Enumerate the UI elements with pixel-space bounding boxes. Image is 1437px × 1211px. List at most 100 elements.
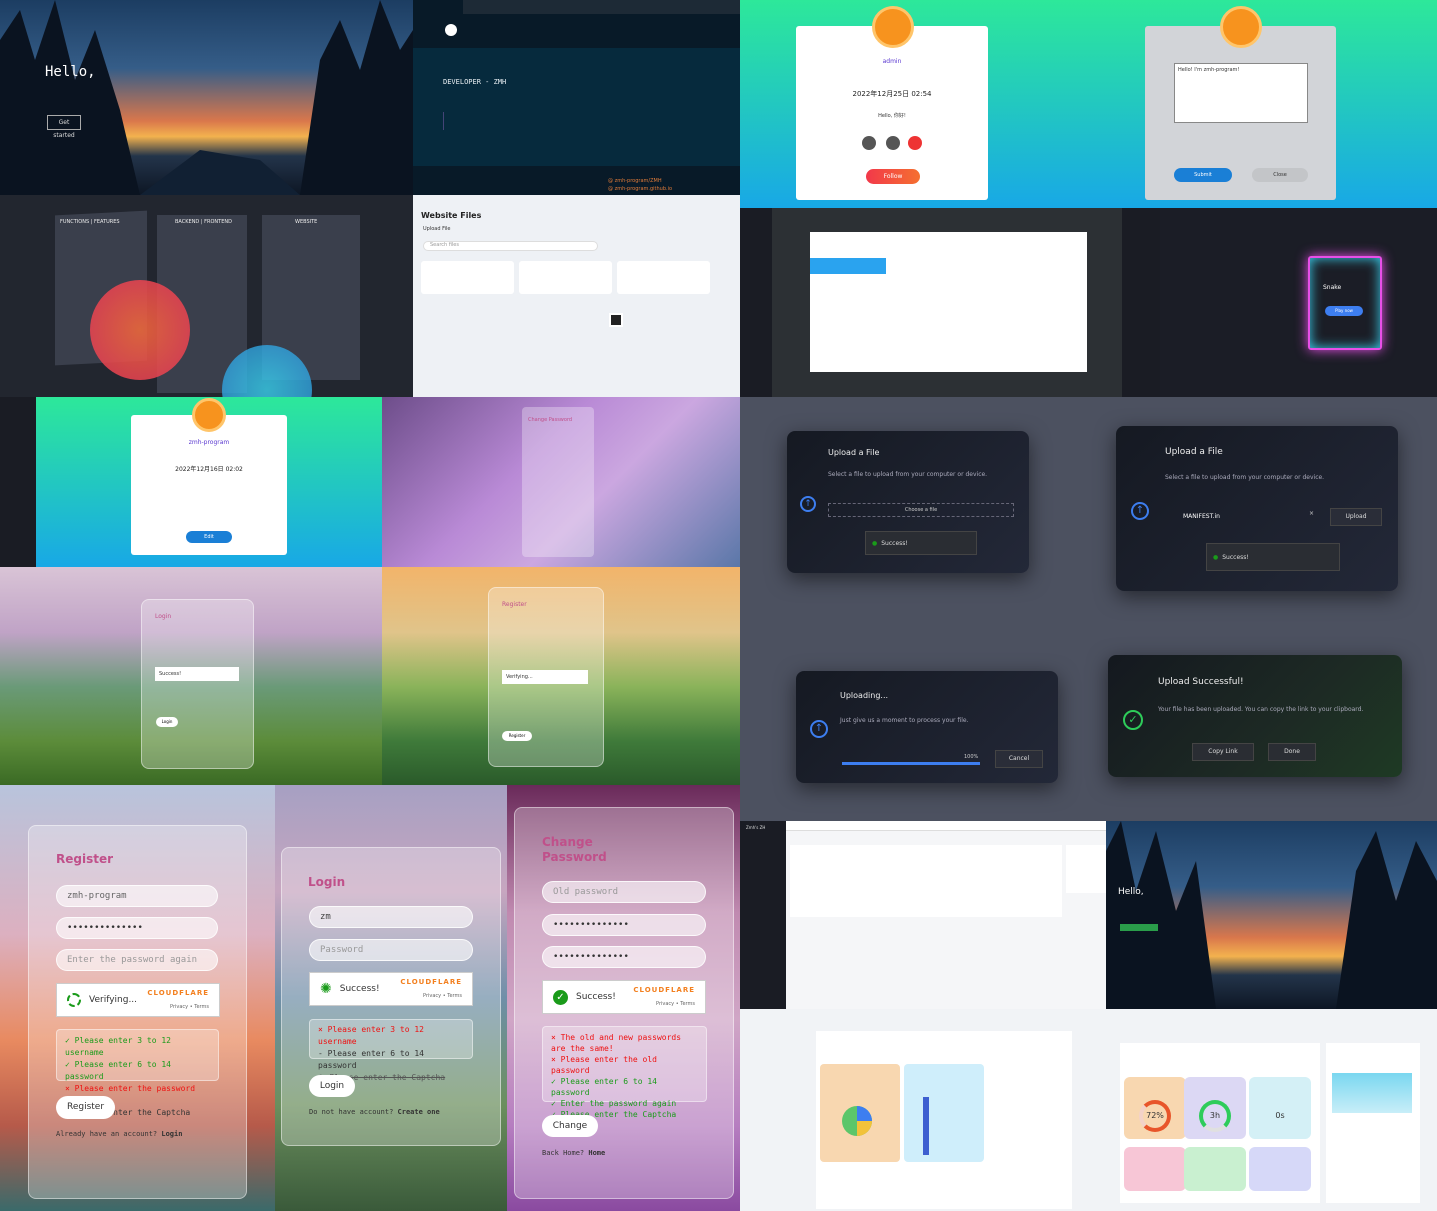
big-login-preview: Login zm Password ✺ Success! CLOUDFLARE P… — [275, 785, 507, 1211]
login-password-input[interactable]: Password — [309, 939, 473, 961]
forest-silhouette-2 — [1106, 821, 1437, 1009]
register-button-small[interactable]: Register — [502, 731, 532, 741]
password-again-input[interactable]: Enter the password again — [56, 949, 218, 971]
snake-area — [1160, 208, 1437, 397]
dev-title: DEVELOPER - ZMH — [443, 78, 507, 86]
upload-title-2: Upload a File — [1165, 447, 1223, 457]
captcha-widget-1[interactable]: ● Success! — [865, 531, 977, 555]
captcha-widget-2[interactable]: ● Success! — [1206, 543, 1340, 571]
copy-link-button[interactable]: Copy Link — [1192, 743, 1254, 761]
register-button[interactable]: Register — [56, 1096, 115, 1119]
upload-title-1: Upload a File — [828, 448, 880, 457]
close-button[interactable]: Close — [1252, 168, 1308, 182]
dev-footer-1[interactable]: @ zmh-program/ZMH — [608, 178, 662, 184]
change-title-line-1: Change — [542, 835, 593, 849]
upload-arrow-icon: ↑ — [800, 496, 816, 512]
login-captcha[interactable]: ✺ Success! CLOUDFLARE Privacy • Terms — [309, 972, 473, 1006]
profile2-preview: zmh-program 2022年12月16日 02:02 Edit — [0, 397, 382, 567]
profile-date: 2022年12月25日 02:54 — [852, 90, 932, 98]
app-grid-preview: Zmh's ZH — [740, 821, 1106, 1009]
page-button[interactable] — [609, 313, 623, 327]
upload-button[interactable]: Upload — [1330, 508, 1382, 526]
files-preview: Website Files Upload File Search files — [413, 195, 740, 397]
forest-silhouette — [0, 0, 413, 195]
login-username-input[interactable]: zm — [309, 906, 473, 928]
top-bar — [463, 0, 740, 14]
uptime-gauge: 3h — [1199, 1100, 1231, 1132]
login-button-small[interactable]: Login — [156, 717, 178, 727]
done-button[interactable]: Done — [1268, 743, 1316, 761]
gear-icon[interactable] — [886, 136, 900, 150]
bilibili-icon[interactable] — [908, 136, 922, 150]
app-side-panel — [1066, 845, 1106, 893]
chat-room-active[interactable] — [810, 258, 886, 274]
bar-mark — [923, 1097, 929, 1155]
change-rule-length: ✓ Please enter 6 to 14 password — [551, 1077, 657, 1097]
remove-file-icon[interactable]: × — [1309, 510, 1314, 517]
play-button[interactable]: Play now — [1325, 306, 1363, 316]
file-card-2[interactable] — [519, 261, 612, 294]
landing2-greeting: Hello, — [1118, 887, 1144, 897]
login-button[interactable]: Login — [309, 1075, 355, 1097]
cf-privacy-link-3[interactable]: Privacy • Terms — [656, 1001, 695, 1007]
big-change-preview: Change Password Old password ••••••••••••… — [507, 785, 740, 1211]
upload-arrow-icon-2: ↑ — [1131, 502, 1149, 520]
login-hills-preview: Login Success! Login — [0, 567, 382, 785]
landing-greeting: Hello, — [45, 64, 96, 80]
home-prompt-text: Back Home? — [542, 1149, 585, 1157]
app-grid-panel — [790, 845, 1062, 917]
edit-button[interactable]: Edit — [186, 531, 232, 543]
cancel-button[interactable]: Cancel — [995, 750, 1043, 768]
stat-card-1 — [1124, 1147, 1186, 1191]
pie-chart — [842, 1106, 872, 1136]
get-started-button[interactable]: Get started — [47, 115, 81, 139]
change-card — [522, 407, 594, 557]
landing-preview: Hello, Get started — [0, 0, 413, 195]
new-password-input[interactable]: •••••••••••••• — [542, 914, 706, 936]
dev-footer-2[interactable]: @ zmh-program.github.io — [608, 186, 672, 192]
choose-file-dropzone[interactable]: Choose a file — [828, 503, 1014, 517]
captcha-small[interactable]: Success! — [155, 667, 239, 681]
password-input[interactable]: •••••••••••••• — [56, 917, 218, 939]
confirm-password-input[interactable]: •••••••••••••• — [542, 946, 706, 968]
rule-password: ✓ Please enter 6 to 14 password — [65, 1060, 171, 1081]
login-link[interactable]: Login — [161, 1130, 182, 1138]
profile-name: admin — [882, 58, 902, 65]
change-button[interactable]: Change — [542, 1115, 598, 1137]
sidebar-2 — [1122, 208, 1160, 397]
username-input[interactable]: zmh-program — [56, 885, 218, 907]
register-title: Register — [56, 852, 114, 866]
github-icon[interactable] — [862, 136, 876, 150]
app-topbar — [786, 821, 1106, 831]
submit-button[interactable]: Submit — [1174, 168, 1232, 182]
search-input[interactable]: Search files — [423, 241, 598, 251]
file-card-1[interactable] — [421, 261, 514, 294]
city-preview: Change Password — [382, 397, 740, 567]
signup-prompt-text: Do not have account? — [309, 1108, 394, 1116]
uploading-title: Uploading... — [840, 691, 889, 700]
profile2-name: zmh-program — [188, 439, 230, 446]
uploading-desc: Just give us a moment to process your fi… — [840, 717, 969, 724]
old-password-input[interactable]: Old password — [542, 881, 706, 903]
cf-privacy-link-2[interactable]: Privacy • Terms — [423, 993, 462, 999]
landing2-cta[interactable] — [1120, 924, 1158, 931]
change-captcha[interactable]: ✓ Success! CLOUDFLARE Privacy • Terms — [542, 980, 706, 1014]
login-title: Login — [308, 875, 346, 889]
create-account-link[interactable]: Create one — [398, 1108, 440, 1116]
upload-file-link[interactable]: Upload File — [423, 226, 450, 232]
success-desc: Your file has been uploaded. You can cop… — [1158, 706, 1364, 713]
toggle-dot[interactable] — [445, 24, 457, 36]
message-textarea[interactable]: Hello! I'm zmh-program! — [1174, 63, 1308, 123]
side-nav — [0, 397, 36, 567]
captcha-widget[interactable]: Verifying... CLOUDFLARE Privacy • Terms — [56, 983, 220, 1017]
profile-preview: admin 2022年12月25日 02:54 Hello, 你好! Follo… — [740, 0, 1437, 208]
bar-panel — [904, 1064, 984, 1162]
home-link[interactable]: Home — [588, 1149, 605, 1157]
cf-privacy-link[interactable]: Privacy • Terms — [170, 1004, 209, 1010]
chat-window — [810, 232, 1087, 372]
change-rule-old: × Please enter the old password — [551, 1055, 657, 1075]
stat-card-3 — [1249, 1147, 1311, 1191]
captcha-small-2[interactable]: Verifying... — [502, 670, 588, 684]
file-card-3[interactable] — [617, 261, 710, 294]
follow-button[interactable]: Follow — [866, 169, 920, 184]
